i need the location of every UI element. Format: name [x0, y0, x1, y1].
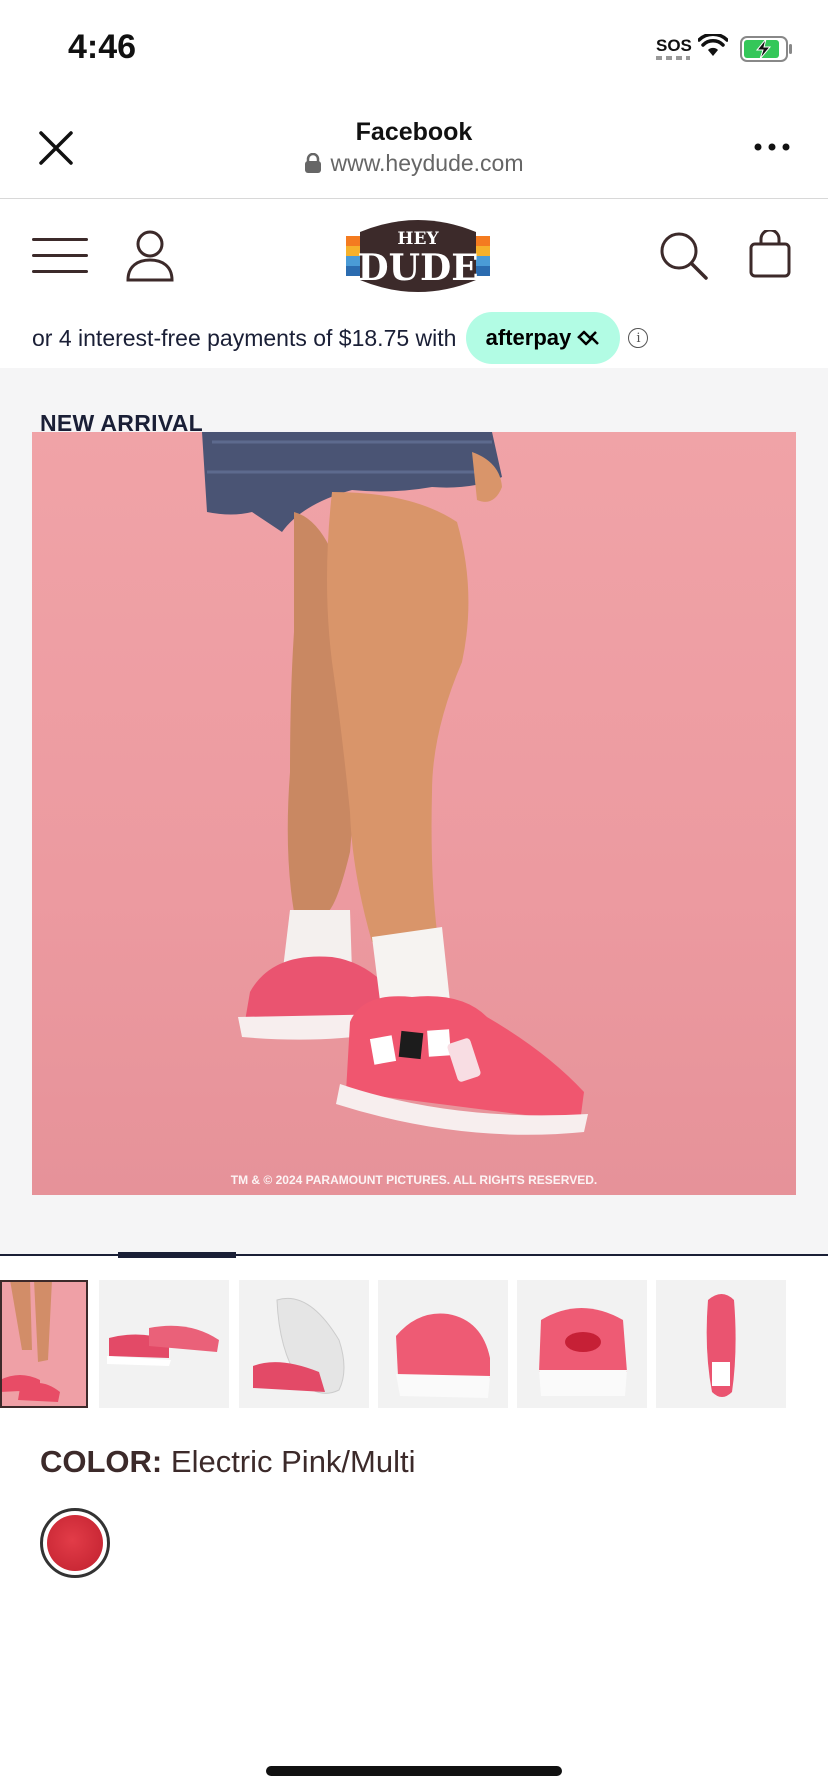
menu-icon[interactable]	[32, 236, 88, 276]
thumb-sole-view[interactable]	[239, 1280, 369, 1408]
afterpay-brand: afterpay	[485, 325, 572, 350]
signal-dots	[656, 56, 690, 60]
browser-title: Facebook	[355, 118, 473, 146]
svg-text:DUDE: DUDE	[357, 247, 478, 289]
gallery-progress-indicator	[118, 1252, 236, 1258]
color-label: COLOR: Electric Pink/Multi	[40, 1444, 416, 1480]
wifi-icon	[698, 34, 728, 56]
info-icon[interactable]: i	[628, 328, 649, 348]
color-value: Electric Pink/Multi	[170, 1444, 416, 1479]
sos-indicator: SOS	[656, 36, 692, 55]
thumb-model-pink[interactable]	[0, 1280, 88, 1408]
thumb-front-view[interactable]	[378, 1280, 508, 1408]
status-time: 4:46	[68, 28, 137, 66]
browser-url[interactable]: www.heydude.com	[0, 150, 828, 177]
search-icon[interactable]	[658, 230, 710, 282]
thumb-pair-side[interactable]	[99, 1280, 229, 1408]
lock-icon	[305, 153, 322, 173]
status-bar: 4:46 SOS	[0, 0, 828, 100]
bag-icon[interactable]	[748, 230, 792, 278]
battery-charging-icon	[740, 36, 792, 62]
product-main-image[interactable]: TM & © 2024 PARAMOUNT PICTURES. ALL RIGH…	[32, 432, 796, 1195]
afterpay-message: or 4 interest-free payments of $18.75 wi…	[32, 312, 649, 364]
hey-dude-logo[interactable]: HEY DUDE	[344, 214, 492, 298]
afterpay-loop-icon	[577, 330, 600, 346]
product-photo	[202, 432, 588, 1135]
afterpay-badge[interactable]: afterpay	[466, 312, 621, 364]
swatch-fill	[47, 1515, 103, 1571]
thumb-top-view[interactable]	[656, 1280, 786, 1408]
thumb-back-view[interactable]	[517, 1280, 647, 1408]
more-icon[interactable]	[752, 140, 792, 154]
new-arrival-badge: NEW ARRIVAL	[40, 410, 204, 436]
color-swatch-electric-pink[interactable]	[40, 1508, 110, 1578]
image-copyright: TM & © 2024 PARAMOUNT PICTURES. ALL RIGH…	[230, 1173, 598, 1187]
url-text: www.heydude.com	[330, 150, 524, 176]
home-indicator[interactable]	[266, 1766, 562, 1776]
thumbnail-strip[interactable]	[0, 1280, 828, 1408]
color-label-prefix: COLOR:	[40, 1444, 163, 1479]
user-icon[interactable]	[124, 228, 176, 284]
afterpay-text: or 4 interest-free payments of $18.75 wi…	[32, 324, 457, 351]
svg-text:HEY: HEY	[397, 229, 439, 249]
